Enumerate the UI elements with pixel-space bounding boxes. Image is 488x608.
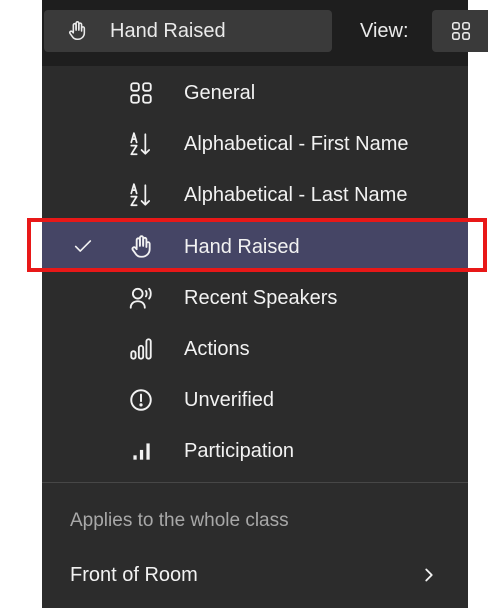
menu-item-hand-raised[interactable]: Hand Raised — [42, 222, 468, 272]
hand-raised-icon — [66, 20, 88, 42]
menu-item-label: Hand Raised — [184, 236, 300, 258]
section-label: Applies to the whole class — [70, 510, 289, 531]
speaker-icon — [128, 285, 154, 311]
menu-item-actions[interactable]: Actions — [42, 324, 468, 374]
menu-item-label: Alphabetical - Last Name — [184, 184, 408, 206]
sort-view-panel: Hand Raised View: General Alphabetical -… — [42, 0, 488, 608]
menu-item-label: Actions — [184, 338, 250, 360]
actions-icon — [128, 336, 154, 362]
sort-menu: General Alphabetical - First Name Alphab… — [42, 66, 468, 608]
menu-item-alphabetical-last-name[interactable]: Alphabetical - Last Name — [42, 170, 468, 220]
checkmark-icon — [72, 235, 94, 257]
menu-divider — [42, 482, 468, 483]
menu-item-alphabetical-first-name[interactable]: Alphabetical - First Name — [42, 119, 468, 169]
hand-raised-icon — [128, 234, 154, 260]
exclamation-circle-icon — [128, 387, 154, 413]
menu-item-unverified[interactable]: Unverified — [42, 375, 468, 425]
menu-item-label: General — [184, 82, 256, 104]
sort-az-icon — [128, 182, 154, 208]
view-toggle-button[interactable] — [432, 10, 488, 52]
grid-icon — [450, 20, 472, 42]
menu-item-participation[interactable]: Participation — [42, 426, 468, 476]
view-label: View: — [360, 20, 409, 42]
chevron-right-icon — [418, 564, 440, 586]
bar-chart-icon — [128, 438, 154, 464]
menu-item-label: Participation — [184, 440, 295, 462]
grid-icon — [128, 80, 154, 106]
sort-dropdown-button[interactable]: Hand Raised — [44, 10, 332, 52]
top-bar: Hand Raised View: — [42, 0, 488, 66]
menu-item-label: Recent Speakers — [184, 287, 338, 309]
front-of-room-item[interactable]: Front of Room — [42, 550, 468, 600]
front-of-room-label: Front of Room — [70, 564, 198, 586]
menu-item-label: Alphabetical - First Name — [184, 133, 409, 155]
menu-item-label: Unverified — [184, 389, 275, 411]
sort-dropdown-label: Hand Raised — [110, 20, 226, 42]
menu-item-recent-speakers[interactable]: Recent Speakers — [42, 273, 468, 323]
menu-item-general[interactable]: General — [42, 68, 468, 118]
sort-az-icon — [128, 131, 154, 157]
